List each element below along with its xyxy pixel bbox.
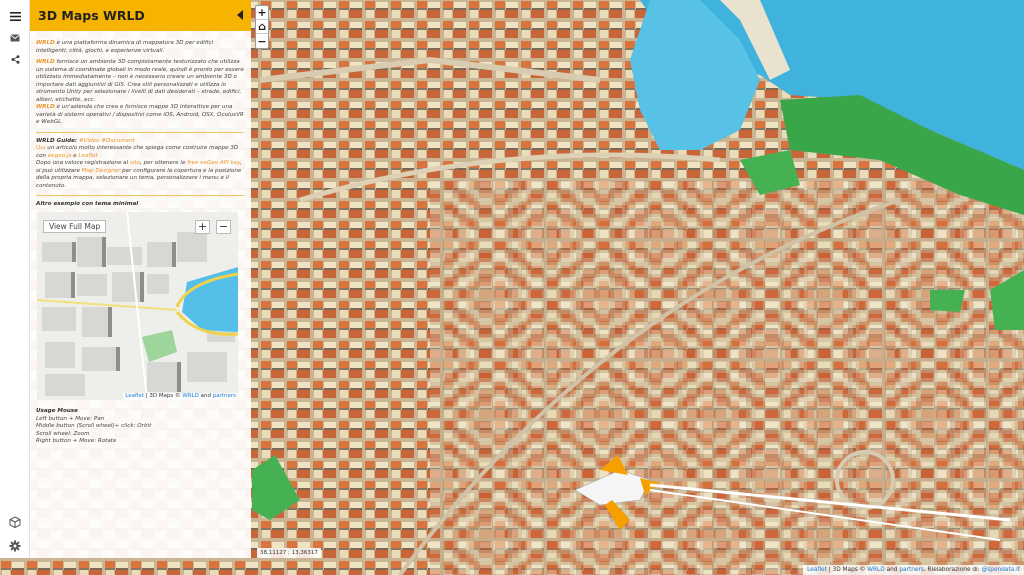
guide-links[interactable]: #Video #Document	[79, 138, 135, 144]
attribution-text: | 3D Maps ©	[826, 567, 868, 573]
mini-map-attribution: Leaflet | 3D Maps © WRLD and partners	[123, 393, 238, 400]
zoom-in-button[interactable]: +	[256, 6, 268, 20]
example-title: Altro esempio con tema minimal	[36, 201, 139, 207]
share-icon[interactable]	[0, 48, 30, 70]
view-full-map-button[interactable]: View Full Map	[43, 220, 107, 233]
sidebar-icon-bar	[0, 0, 30, 558]
gear-icon[interactable]	[9, 540, 21, 552]
sito-link[interactable]: sito	[130, 160, 140, 166]
brand-text: WRLD	[36, 59, 55, 65]
brand-text: WRLD	[36, 40, 55, 46]
qui-link[interactable]: Qui	[36, 145, 46, 151]
leaflet-link[interactable]: Leaflet	[78, 153, 97, 159]
intro-text: è una piattaforma dinamica di mappatura …	[36, 40, 214, 54]
attribution-text: and	[198, 393, 213, 399]
guide-paragraph-2: Dopo una veloce registrazione al sito, p…	[36, 160, 244, 190]
sidebar-panel: 3D Maps WRLD WRLD è una piattaforma dina…	[30, 0, 251, 558]
menu-icon[interactable]	[0, 5, 30, 27]
home-icon[interactable]: ⌂	[256, 20, 268, 34]
leaflet-link[interactable]: Leaflet	[125, 393, 144, 399]
coordinates-readout: 38,11127 ; 13,36317	[257, 548, 321, 558]
intro-text: fornisce un ambiente 3D completamente te…	[36, 59, 244, 103]
map-attribution: Leaflet | 3D Maps © WRLD and partners. R…	[803, 565, 1024, 575]
intro-text: è un'azienda che crea e fornisce mappe 3…	[36, 104, 244, 125]
zoom-out-button[interactable]: −	[256, 34, 268, 48]
guide-text: , per ottenere le	[140, 160, 188, 166]
wrld-link[interactable]: WRLD	[182, 393, 199, 399]
mini-map-canvas[interactable]	[37, 212, 238, 400]
api-key-link[interactable]: free eeGeo API key	[187, 160, 240, 166]
usage-line: Middle button (Scroll wheel)+ click: Orb…	[36, 423, 152, 430]
attribution-text: | 3D Maps ©	[143, 393, 183, 399]
mini-zoom-out-button[interactable]: −	[216, 220, 231, 234]
eegeo-link[interactable]: eegeo.js	[48, 153, 72, 159]
panel-content: WRLD è una piattaforma dinamica di mappa…	[36, 40, 244, 209]
brand-text: WRLD	[36, 104, 55, 110]
panel-header: 3D Maps WRLD	[30, 0, 251, 31]
author-link[interactable]: @spendata.it	[981, 567, 1020, 573]
partners-link[interactable]: partners	[899, 567, 924, 573]
intro-paragraph-2: WRLD fornisce un ambiente 3D completamen…	[36, 59, 244, 104]
intro-paragraph-1: WRLD è una piattaforma dinamica di mappa…	[36, 40, 244, 55]
wrld-link[interactable]: WRLD	[867, 567, 884, 573]
mini-zoom-in-button[interactable]: +	[195, 220, 210, 234]
mail-icon[interactable]	[0, 27, 30, 49]
mini-map[interactable]: View Full Map + − Leaflet | 3D Maps © WR…	[37, 212, 238, 400]
guide-text: Dopo una veloce registrazione al	[36, 160, 130, 166]
usage-line: Scroll wheel: Zoom	[36, 430, 90, 437]
cube-icon[interactable]	[9, 516, 21, 528]
guide-label: WRLD Guide:	[36, 137, 78, 144]
guide-paragraph-1: Qui un articolo molto interessante che s…	[36, 145, 244, 160]
intro-paragraph-3: WRLD è un'azienda che crea e fornisce ma…	[36, 104, 244, 127]
panel-title: 3D Maps WRLD	[38, 8, 145, 23]
usage-line: Left button + Move: Pan	[36, 415, 105, 422]
chevron-left-icon[interactable]	[235, 9, 245, 21]
guide-heading: WRLD Guide: #Video #Document	[36, 138, 244, 146]
attribution-text: . Rielaborazione di:	[923, 567, 982, 573]
map-designer-link[interactable]: Map Designer	[82, 168, 121, 174]
divider	[36, 131, 244, 133]
attribution-text: and	[884, 567, 900, 573]
usage-line: Right button + Move: Rotate	[36, 438, 117, 445]
divider	[36, 195, 244, 196]
usage-title: Usage Mouse	[36, 408, 78, 414]
partners-link[interactable]: partners	[213, 393, 236, 399]
leaflet-link[interactable]: Leaflet	[807, 567, 827, 573]
mouse-usage: Usage Mouse Left button + Move: Pan Midd…	[36, 408, 244, 446]
map-zoom-control: + ⌂ −	[255, 5, 269, 49]
